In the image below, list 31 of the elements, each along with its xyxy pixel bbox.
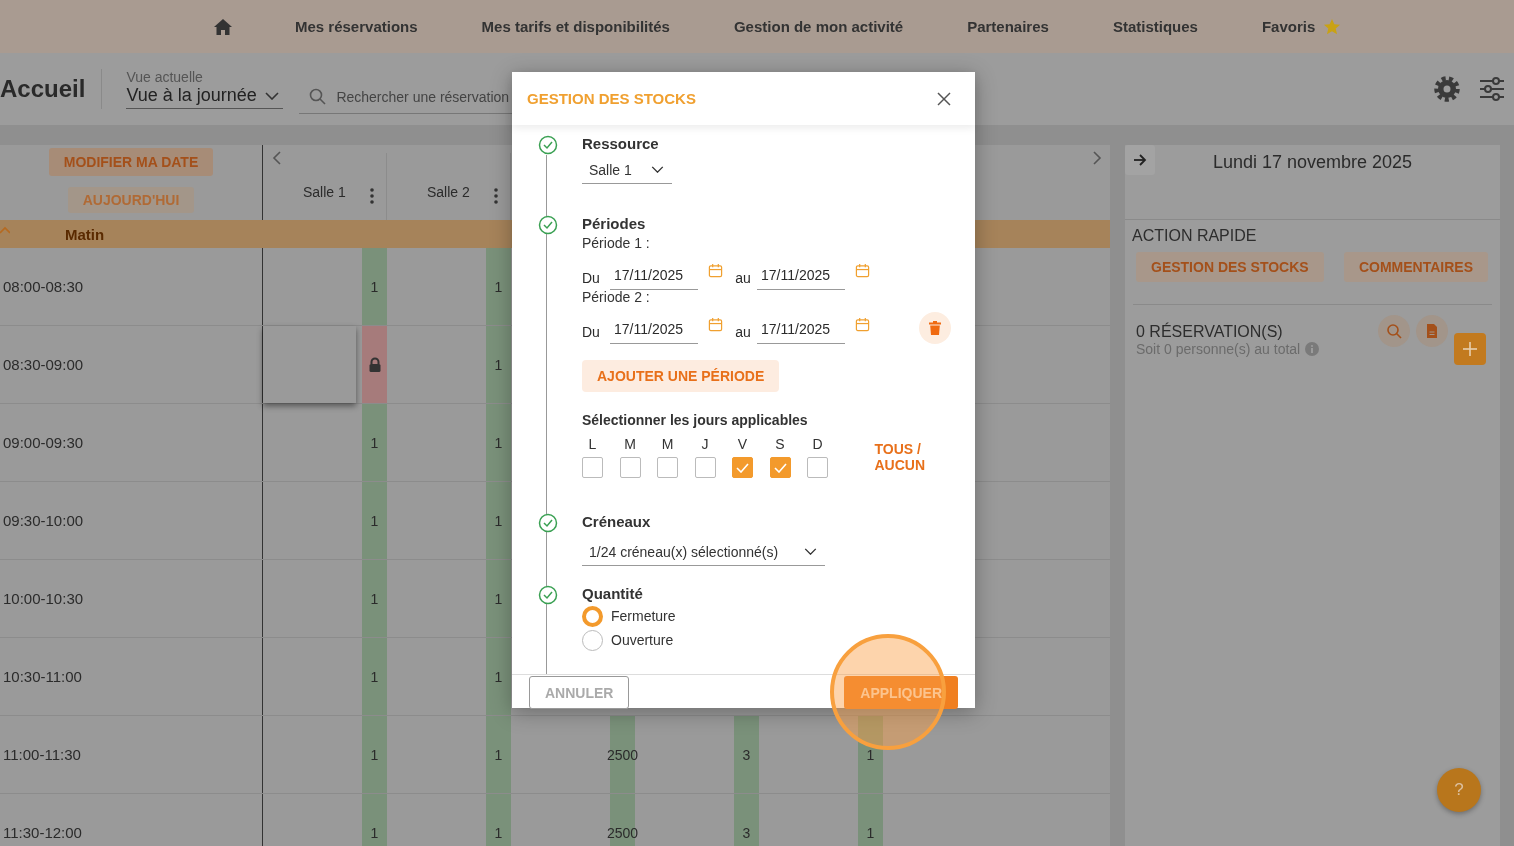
period-label: Période 2 :	[582, 288, 651, 306]
from-label: Du	[582, 324, 601, 342]
time-slot-label: 09:00-09:30	[0, 404, 263, 481]
step-title: Quantité	[582, 584, 644, 604]
to-label: au	[734, 324, 752, 342]
reservation-count: 0 RÉSERVATION(S)	[1136, 323, 1284, 341]
step-title: Créneaux	[582, 512, 652, 532]
day-label: S	[774, 436, 786, 452]
time-slot-label: 10:30-11:00	[0, 638, 263, 715]
time-slot-label: 09:30-10:00	[0, 482, 263, 559]
resource-header: Salle 2	[427, 184, 470, 200]
resource-header: Salle 1	[303, 184, 346, 200]
day-label: D	[811, 436, 824, 452]
page-title: Accueil	[0, 69, 103, 109]
day-label: M	[623, 436, 637, 452]
section-title: ACTION RAPIDE	[1132, 227, 1258, 245]
time-slot-label: 08:00-08:30	[0, 248, 263, 325]
step-title: Ressource	[582, 134, 660, 154]
days-title: Sélectionner les jours applicables	[582, 412, 809, 428]
time-slot-label: 11:30-12:00	[0, 794, 263, 846]
from-label: Du	[582, 270, 601, 288]
time-slot-label: 10:00-10:30	[0, 560, 263, 637]
step-title: Périodes	[582, 214, 647, 234]
period-label: Période 1 :	[582, 234, 651, 252]
day-label: J	[700, 436, 710, 452]
day-label: M	[660, 436, 675, 452]
date-title: Lundi 17 novembre 2025	[1211, 151, 1414, 174]
day-label: V	[736, 436, 749, 452]
day-label: L	[587, 436, 598, 452]
time-slot-label: 11:00-11:30	[0, 716, 263, 793]
to-label: au	[734, 270, 752, 288]
